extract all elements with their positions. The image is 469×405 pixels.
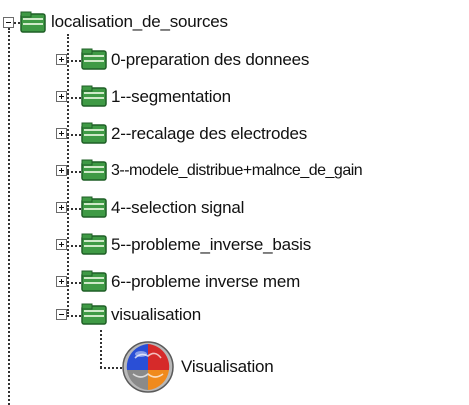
tree-guide-h [67, 97, 81, 99]
tree-guide-h [67, 245, 81, 247]
tree-guide-children [67, 34, 69, 314]
tree-node-label: 5--probleme_inverse_basis [111, 235, 312, 254]
expand-toggle[interactable] [56, 91, 67, 102]
package-icon [81, 122, 107, 144]
package-icon [81, 233, 107, 255]
package-icon [81, 303, 107, 325]
package-icon [81, 85, 107, 107]
package-icon [81, 159, 107, 181]
package-icon [20, 11, 46, 33]
tree-node-label: localisation_de_sources [51, 12, 228, 31]
tree-guide-h [67, 282, 81, 284]
package-icon [81, 270, 107, 292]
tree-node-label: 3--modele_distribue+malnce_de_gain [111, 162, 363, 179]
tree-guide-h [67, 134, 81, 136]
tree-guide-h [67, 171, 81, 173]
package-icon [81, 196, 107, 218]
collapse-toggle[interactable] [56, 309, 67, 320]
collapse-toggle[interactable] [3, 17, 14, 28]
tree-guide-h [67, 315, 81, 317]
source-localisation-tree: localisation_de_sources 0-preparation de… [0, 0, 469, 405]
tree-node-label: 6--probleme inverse mem [111, 272, 301, 291]
tree-guide-leaf-h [100, 367, 122, 369]
tree-guide-root [8, 28, 10, 405]
package-icon [81, 48, 107, 70]
tree-leaf-label: Visualisation [181, 357, 274, 376]
expand-toggle[interactable] [56, 276, 67, 287]
tree-node-label: 1--segmentation [111, 87, 231, 106]
brain-visualisation-icon [122, 341, 174, 393]
tree-guide-h [67, 60, 81, 62]
tree-node-label: 4--selection signal [111, 198, 245, 217]
expand-toggle[interactable] [56, 202, 67, 213]
tree-guide-leaf [100, 330, 102, 368]
tree-node-label: 0-preparation des donnees [111, 50, 310, 69]
tree-guide-h [67, 208, 81, 210]
tree-node-label: 2--recalage des electrodes [111, 124, 308, 143]
expand-toggle[interactable] [56, 165, 67, 176]
expand-toggle[interactable] [56, 239, 67, 250]
expand-toggle[interactable] [56, 54, 67, 65]
tree-node-label: visualisation [111, 305, 202, 324]
expand-toggle[interactable] [56, 128, 67, 139]
